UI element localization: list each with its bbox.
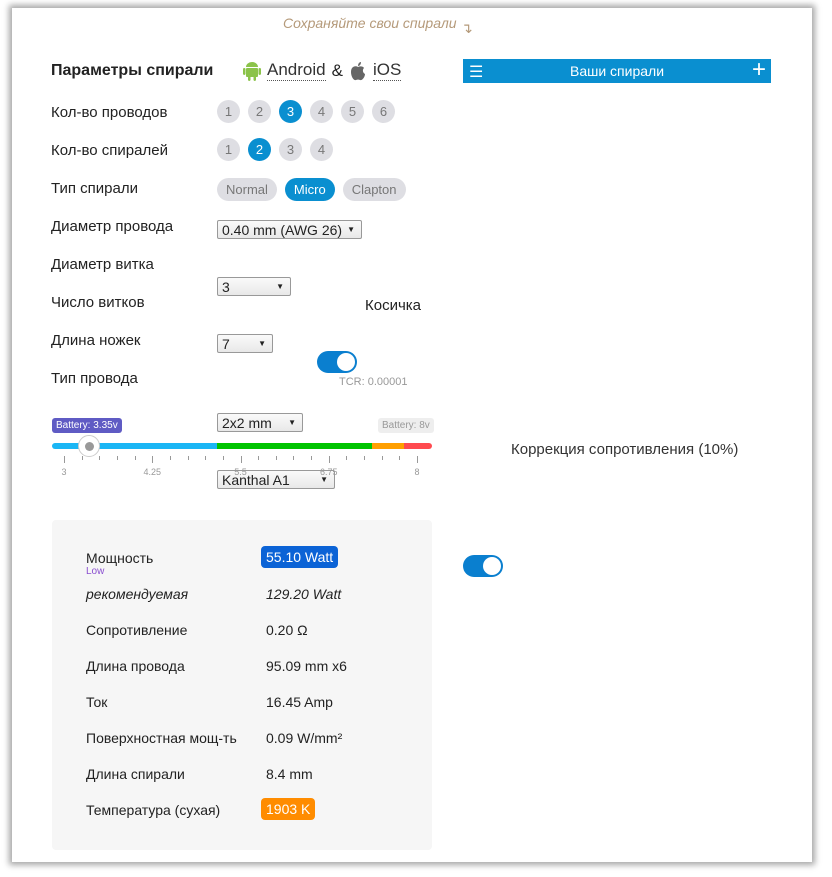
wires-selector: 1 2 3 4 5 6 (217, 100, 395, 123)
ios-link[interactable]: iOS (372, 60, 402, 81)
battery-tick (381, 456, 383, 460)
result-label: Длина спирали (86, 766, 185, 782)
battery-zone (404, 443, 432, 449)
wire-diameter-select[interactable]: 0.40 mm (AWG 26) (217, 220, 362, 239)
coil-type-micro[interactable]: Micro (284, 178, 335, 201)
temperature-label: Температура (сухая) (86, 802, 221, 818)
battery-max-badge: Battery: 8v (378, 418, 434, 433)
battery-tick (311, 456, 313, 460)
battery-tick (364, 456, 366, 460)
resistance-correction-toggle[interactable] (463, 555, 503, 577)
battery-zone (52, 443, 218, 449)
power-value: 55.10 Watt (261, 546, 339, 568)
power-label: Мощность (86, 550, 154, 566)
result-label: Поверхностная мощ-ть (86, 730, 237, 746)
wraps-select[interactable]: 7 (217, 334, 273, 353)
apple-icon (350, 61, 365, 80)
results-panel (52, 520, 432, 850)
legs-label: Длина ножек (51, 332, 141, 349)
add-icon[interactable]: + (752, 56, 766, 84)
your-coils-bar: ☰ Ваши спирали + (463, 56, 771, 84)
your-coils-title[interactable]: Ваши спирали (463, 63, 771, 79)
temperature-value: 1903 K (261, 798, 316, 820)
wire-diameter-label: Диаметр провода (51, 218, 174, 235)
coil-type-clapton[interactable]: Clapton (342, 178, 406, 201)
battery-tick (293, 456, 295, 460)
result-value: 0.09 W/mm² (266, 730, 343, 746)
battery-tick (99, 456, 101, 460)
wires-option[interactable]: 2 (248, 100, 271, 123)
coils-option[interactable]: 3 (279, 138, 302, 161)
platform-links: Android & iOS (243, 60, 402, 81)
ampersand: & (331, 60, 343, 80)
coil-type-label: Тип спирали (51, 180, 138, 197)
wires-option[interactable]: 4 (310, 100, 333, 123)
battery-slider-handle[interactable] (77, 435, 100, 457)
result-value: 0.20 Ω (266, 622, 308, 638)
battery-tick-label: 5.5 (234, 467, 247, 477)
power-level: Low (86, 566, 105, 577)
coils-label: Кол-во спиралей (51, 142, 168, 159)
tcr-value: TCR: 0.00001 (339, 376, 408, 388)
result-value: 95.09 mm x6 (266, 658, 347, 674)
battery-tick (64, 456, 65, 463)
battery-tick (81, 456, 83, 460)
coil-diameter-label: Диаметр витка (51, 256, 154, 273)
resistance-correction-label: Коррекция сопротивления (10%) (511, 441, 739, 458)
wires-label: Кол-во проводов (51, 104, 168, 121)
battery-tick (275, 456, 277, 460)
battery-zone (217, 443, 372, 449)
result-label: Сопротивление (86, 622, 188, 638)
result-label: Длина провода (86, 658, 185, 674)
wires-option-selected[interactable]: 3 (279, 100, 302, 123)
result-label: Ток (86, 694, 108, 710)
battery-tick (258, 456, 260, 460)
battery-tick (169, 456, 171, 460)
braid-label: Косичка (365, 297, 422, 314)
battery-slider-track[interactable] (52, 443, 432, 449)
coils-selector: 1 2 3 4 (217, 138, 333, 161)
battery-tick (328, 456, 330, 463)
save-hint: Сохраняйте свои спирали (283, 15, 457, 31)
page-title: Параметры спирали (51, 62, 214, 79)
battery-tick-label: 3 (61, 467, 67, 477)
coils-option[interactable]: 4 (310, 138, 333, 161)
battery-tick (417, 456, 418, 463)
battery-tick (152, 456, 154, 463)
wraps-label: Число витков (51, 294, 145, 311)
wires-option[interactable]: 6 (372, 100, 395, 123)
battery-tick (346, 456, 348, 460)
result-value: 16.45 Amp (266, 694, 333, 710)
coil-type-selector: Normal Micro Clapton (217, 178, 406, 201)
wires-option[interactable]: 5 (341, 100, 364, 123)
wires-option[interactable]: 1 (217, 100, 240, 123)
battery-tick-label: 8 (414, 467, 420, 477)
recommended-label: рекомендуемая (86, 586, 189, 602)
battery-tick-label: 6.75 (319, 467, 338, 477)
legs-select[interactable]: 2x2 mm (217, 413, 303, 432)
coils-option-selected[interactable]: 2 (248, 138, 271, 161)
battery-tick (205, 456, 207, 460)
battery-tick (134, 456, 136, 460)
battery-zone (371, 443, 405, 449)
battery-tick (116, 456, 118, 460)
battery-tick (240, 456, 242, 463)
wire-type-label: Тип провода (51, 370, 138, 387)
android-icon (243, 61, 261, 81)
battery-tick-label: 4.25 (143, 467, 162, 477)
result-value: 8.4 mm (266, 766, 313, 782)
curved-arrow-icon: ↴ (461, 20, 473, 36)
battery-tick (187, 456, 189, 460)
battery-tick (399, 456, 401, 460)
coil-diameter-select[interactable]: 3 (217, 277, 291, 296)
recommended-value: 129.20 Watt (266, 586, 342, 602)
android-link[interactable]: Android (267, 60, 326, 81)
battery-current-badge: Battery: 3.35v (52, 418, 122, 433)
coils-option[interactable]: 1 (217, 138, 240, 161)
battery-tick (222, 456, 224, 460)
coil-type-normal[interactable]: Normal (217, 178, 277, 201)
braid-toggle[interactable] (317, 351, 357, 373)
